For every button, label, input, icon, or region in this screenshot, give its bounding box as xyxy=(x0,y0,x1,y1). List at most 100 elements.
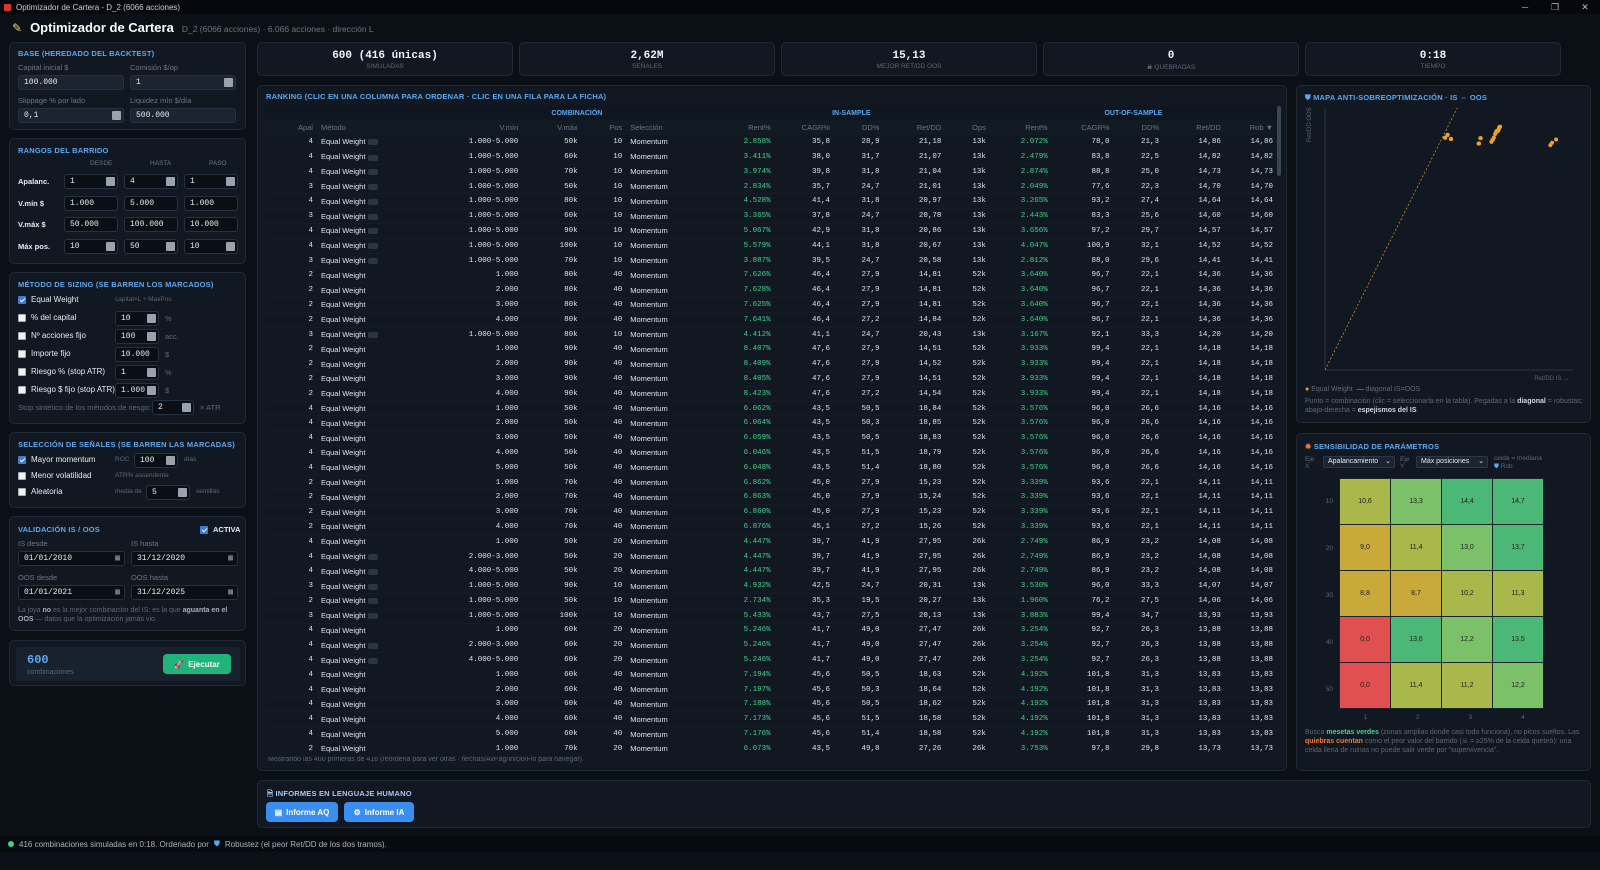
sizing-value-input[interactable]: 1 xyxy=(115,365,159,380)
table-row[interactable]: 3 Equal Weight 1.000-5.000 90k 10 Momentum 4.9… xyxy=(265,578,1277,594)
is-hasta-input[interactable]: 31/12/2020 ▦ xyxy=(131,551,238,566)
rango-paso-input[interactable]: 10 xyxy=(184,238,238,254)
heat-cell[interactable]: 13,5 xyxy=(1492,616,1544,663)
sizing-value-input[interactable]: 100 xyxy=(115,329,159,344)
table-row[interactable]: 2 Equal Weight 1.000 70k 40 Momentum 6.862% 45,… xyxy=(265,475,1277,491)
spinner-icon[interactable] xyxy=(182,403,191,412)
column-header[interactable]: Pos xyxy=(581,120,627,135)
spinner-icon[interactable] xyxy=(166,456,175,465)
oos-desde-input[interactable]: 01/01/2021 ▦ xyxy=(18,585,125,600)
table-row[interactable]: 4 Equal Weight 1.000 60k 40 Momentum 7.194% 45,… xyxy=(265,667,1277,683)
table-row[interactable]: 4 Equal Weight 1.000 50k 20 Momentum 4.447% 39,… xyxy=(265,534,1277,550)
checkbox-icon[interactable] xyxy=(18,295,26,304)
column-header[interactable]: DD% xyxy=(834,120,884,135)
is-desde-input[interactable]: 01/01/2010 ▦ xyxy=(18,551,125,566)
heat-cell[interactable]: 9,0 xyxy=(1339,524,1391,571)
spinner-icon[interactable] xyxy=(224,78,233,87)
spinner-icon[interactable] xyxy=(226,241,235,251)
table-scrollbar[interactable] xyxy=(1277,106,1281,176)
heat-cell[interactable]: 13,6 xyxy=(1390,616,1442,663)
spinner-icon[interactable] xyxy=(147,332,156,341)
table-row[interactable]: 2 Equal Weight 2.000 70k 40 Momentum 6.863% 45,… xyxy=(265,489,1277,506)
sizing-option[interactable]: Riesgo $ fijo (stop ATR) xyxy=(18,385,115,394)
spinner-icon[interactable] xyxy=(106,241,115,251)
table-row[interactable]: 4 Equal Weight 1.000 50k 40 Momentum 6.062% 43,… xyxy=(265,401,1277,417)
scatter-point[interactable] xyxy=(1476,141,1481,146)
table-row[interactable]: 4 Equal Weight 2.000 60k 40 Momentum 7.197% 45,… xyxy=(265,682,1277,698)
table-row[interactable]: 4 Equal Weight 1.000-5.000 60k 10 Momentum 3.4… xyxy=(265,149,1277,165)
table-row[interactable]: 2 Equal Weight 1.000 70k 20 Momentum 6.073% 43,… xyxy=(265,741,1277,757)
checkbox-icon[interactable] xyxy=(18,367,26,376)
table-row[interactable]: 4 Equal Weight 4.000 60k 40 Momentum 7.173% 45,… xyxy=(265,711,1277,728)
rango-hasta-input[interactable]: 4 xyxy=(124,174,178,189)
comision-input[interactable]: 1 xyxy=(130,75,236,90)
column-header[interactable]: V.mín xyxy=(413,120,523,135)
table-row[interactable]: 4 Equal Weight 4.000 50k 40 Momentum 6.046% 43,… xyxy=(265,445,1277,461)
table-row[interactable]: 2 Equal Weight 2.000 90k 40 Momentum 8.409% 47,… xyxy=(265,356,1277,373)
table-row[interactable]: 2 Equal Weight 4.000 80k 40 Momentum 7.641% 46,… xyxy=(265,312,1277,328)
heat-cell[interactable]: 11,3 xyxy=(1492,570,1544,617)
table-row[interactable]: 4 Equal Weight 3.000 50k 40 Momentum 6.059% 43,… xyxy=(265,430,1277,447)
column-header[interactable]: Método xyxy=(316,120,414,135)
eje-y-select[interactable]: Máx posiciones ⌄ xyxy=(1416,456,1488,468)
column-header[interactable]: V.máx xyxy=(522,120,582,135)
stop-input[interactable]: 2 xyxy=(152,400,194,415)
heat-cell[interactable]: 8,8 xyxy=(1339,570,1391,617)
senal-option[interactable]: Menor volatilidad xyxy=(18,471,91,480)
calendar-icon[interactable]: ▦ xyxy=(228,552,233,565)
maximize-icon[interactable]: ❐ xyxy=(1540,0,1570,14)
ejecutar-button[interactable]: 🚀 Ejecutar xyxy=(163,654,231,674)
scatter-point[interactable] xyxy=(1493,132,1498,137)
rango-desde-input[interactable]: 10 xyxy=(64,238,118,254)
spinner-icon[interactable] xyxy=(166,241,175,251)
informe-aq-button[interactable]: ▤ Informe AQ xyxy=(266,802,338,822)
table-row[interactable]: 2 Equal Weight 4.000 70k 40 Momentum 6.876% 45,… xyxy=(265,519,1277,535)
rango-desde-input[interactable]: 1 xyxy=(64,174,118,189)
calendar-icon[interactable]: ▦ xyxy=(115,552,120,565)
rango-hasta-input[interactable]: 50 xyxy=(124,238,178,254)
informe-ia-button[interactable]: ⚙ Informe IA xyxy=(344,802,414,822)
column-header[interactable]: Selección xyxy=(626,120,713,135)
senal-option[interactable]: Mayor momentum xyxy=(18,455,95,464)
scatter-chart[interactable]: Ret/DD OOS Ret/DD IS → xyxy=(1303,102,1585,382)
scatter-point[interactable] xyxy=(1548,143,1553,148)
slippage-input[interactable]: 0,1 xyxy=(18,108,124,123)
checkbox-icon[interactable] xyxy=(18,455,26,464)
heat-cell[interactable]: 13,3 xyxy=(1390,478,1442,525)
calendar-icon[interactable]: ▦ xyxy=(228,586,233,599)
checkbox-icon[interactable] xyxy=(18,471,26,480)
checkbox-icon[interactable] xyxy=(200,525,208,534)
minimize-icon[interactable]: ─ xyxy=(1510,0,1540,14)
sizing-option[interactable]: Importe fijo xyxy=(18,349,71,358)
rango-hasta-input[interactable]: 100.000 xyxy=(124,217,178,232)
heat-cell[interactable]: 13,0 xyxy=(1441,524,1493,571)
column-header[interactable]: Rent% xyxy=(712,120,775,135)
senal-option[interactable]: Aleatoria xyxy=(18,487,63,496)
table-row[interactable]: 3 Equal Weight 1.000-5.000 100k 10 Momentum 5.… xyxy=(265,608,1277,624)
heat-cell[interactable]: 10,6 xyxy=(1339,478,1391,525)
eje-x-select[interactable]: Apalancamiento ⌄ xyxy=(1323,456,1395,468)
rango-hasta-input[interactable]: 5.000 xyxy=(124,195,178,211)
rango-paso-input[interactable]: 1.000 xyxy=(184,195,238,211)
table-row[interactable]: 4 Equal Weight 2.000-3.000 50k 20 Momentum 4.4… xyxy=(265,549,1277,565)
table-row[interactable]: 3 Equal Weight 1.000-5.000 80k 10 Momentum 4.4… xyxy=(265,327,1277,343)
table-row[interactable]: 4 Equal Weight 1.000-5.000 70k 10 Momentum 3.9… xyxy=(265,164,1277,180)
table-row[interactable]: 4 Equal Weight 3.000 60k 40 Momentum 7.188% 45,… xyxy=(265,697,1277,713)
rango-desde-input[interactable]: 1.000 xyxy=(64,195,118,211)
table-row[interactable]: 2 Equal Weight 4.000 90k 40 Momentum 8.423% 47,… xyxy=(265,386,1277,402)
table-row[interactable]: 3 Equal Weight 1.000-5.000 50k 10 Momentum 2.8… xyxy=(265,179,1277,195)
checkbox-icon[interactable] xyxy=(18,487,26,496)
spinner-icon[interactable] xyxy=(147,368,156,377)
table-row[interactable]: 4 Equal Weight 2.000-3.000 60k 20 Momentum 5.2… xyxy=(265,637,1277,654)
heat-cell[interactable]: 11,2 xyxy=(1441,662,1493,709)
checkbox-icon[interactable] xyxy=(18,385,26,394)
heat-cell[interactable]: 8,7 xyxy=(1390,570,1442,617)
sizing-option[interactable]: Equal Weight xyxy=(18,295,78,304)
spinner-icon[interactable] xyxy=(166,177,175,186)
spinner-icon[interactable] xyxy=(112,111,121,120)
column-header[interactable]: Rob ▼ xyxy=(1224,120,1277,135)
activa-toggle[interactable]: ACTIVA xyxy=(200,525,240,534)
column-header[interactable]: Apal xyxy=(265,120,317,135)
table-row[interactable]: 4 Equal Weight 2.000 50k 40 Momentum 6.064% 43,… xyxy=(265,415,1277,432)
table-row[interactable]: 4 Equal Weight 5.000 50k 40 Momentum 6.048% 43,… xyxy=(265,460,1277,476)
